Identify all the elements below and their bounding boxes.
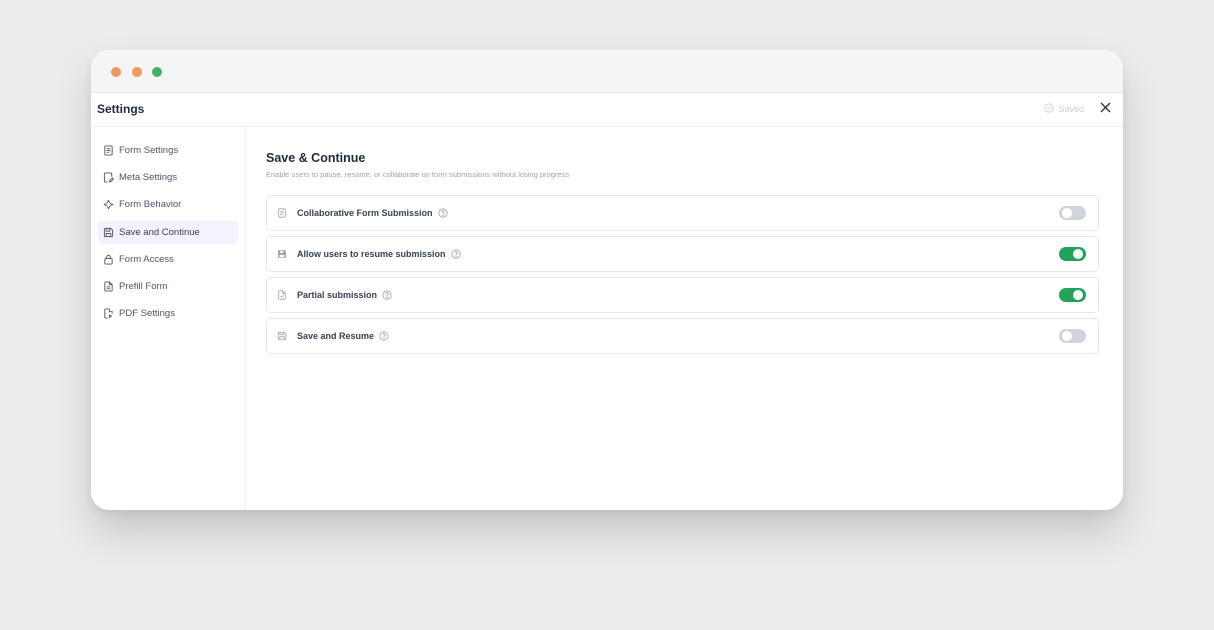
setting-row-save-and-resume: Save and Resume [266,318,1099,354]
section-description: Enable users to pause, resume, or collab… [266,170,570,179]
document-icon [277,208,287,218]
sidebar-item-label: Form Access [119,253,174,265]
save-icon [102,226,114,238]
toggle-partial-submission[interactable] [1059,288,1086,302]
close-icon [1100,100,1111,118]
toggle-knob [1073,249,1083,259]
sparkle-icon [102,199,114,211]
toggle-resume-submission[interactable] [1059,247,1086,261]
setting-label: Collaborative Form Submission [297,208,433,218]
help-circle-icon[interactable] [450,249,461,259]
sidebar-item-label: Save and Continue [119,226,200,238]
window-minimize-dot[interactable] [132,67,142,77]
sidebar-item-prefill-form[interactable]: Prefill Form [98,275,238,298]
setting-row-collaborative: Collaborative Form Submission [266,195,1099,231]
save-icon [277,249,287,259]
setting-label: Allow users to resume submission [297,249,446,259]
page-title: Settings [97,102,145,116]
sidebar-item-save-and-continue[interactable]: Save and Continue [98,220,238,244]
sidebar-item-form-settings[interactable]: Form Settings [98,139,238,162]
toggle-knob [1062,208,1072,218]
help-circle-icon[interactable] [437,208,448,218]
pdf-file-icon [102,308,114,320]
window-titlebar [91,50,1123,93]
edit-doc-icon [102,172,114,184]
settings-window: Settings Saved Form Settings Meta Settin… [91,50,1123,510]
check-circle-icon [1044,103,1055,115]
settings-body: Form Settings Meta Settings Form Behavio… [91,127,1123,510]
toggle-save-and-resume[interactable] [1059,329,1086,343]
setting-row-partial-submission: Partial submission [266,277,1099,313]
setting-row-resume-submission: Allow users to resume submission [266,236,1099,272]
settings-header: Settings Saved [91,93,1123,127]
lock-icon [102,253,114,265]
settings-list: Collaborative Form Submission Allow user… [266,195,1099,354]
document-icon [102,145,114,157]
toggle-collaborative[interactable] [1059,206,1086,220]
save-outline-icon [277,331,287,341]
toggle-knob [1073,290,1083,300]
setting-label: Partial submission [297,290,378,300]
section-title: Save & Continue [266,151,366,165]
sidebar-item-form-access[interactable]: Form Access [98,248,238,271]
file-text-icon [102,280,114,292]
sidebar-item-form-behavior[interactable]: Form Behavior [98,193,238,216]
file-check-icon [277,290,287,300]
sidebar-item-label: Form Settings [119,145,179,156]
window-close-dot[interactable] [111,67,121,77]
sidebar-item-pdf-settings[interactable]: PDF Settings [98,302,238,325]
sidebar-item-label: Form Behavior [119,199,182,211]
sidebar-item-label: PDF Settings [119,308,175,320]
sidebar: Form Settings Meta Settings Form Behavio… [91,127,246,510]
window-maximize-dot[interactable] [152,67,162,77]
main-panel: Save & Continue Enable users to pause, r… [266,127,1099,359]
help-circle-icon[interactable] [382,290,392,300]
sidebar-item-label: Meta Settings [119,172,178,184]
saved-status: Saved [1044,103,1084,115]
help-circle-icon[interactable] [379,331,389,341]
setting-label: Save and Resume [297,331,375,341]
sidebar-item-label: Prefill Form [119,280,168,292]
sidebar-item-meta-settings[interactable]: Meta Settings [98,166,238,189]
saved-label: Saved [1058,104,1084,114]
toggle-knob [1062,331,1072,341]
close-button[interactable] [1097,101,1113,117]
